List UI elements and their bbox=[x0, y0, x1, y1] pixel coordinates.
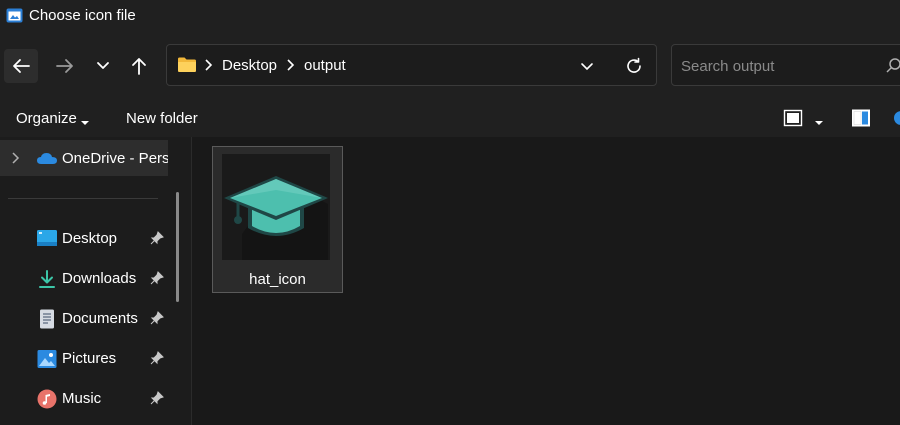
chevron-down-icon bbox=[97, 62, 109, 69]
pin-icon bbox=[150, 391, 164, 405]
sidebar-scrollbar[interactable] bbox=[176, 192, 179, 302]
graduation-cap-icon bbox=[224, 176, 328, 260]
organize-button[interactable]: Organize bbox=[16, 110, 77, 127]
preview-pane-icon bbox=[852, 109, 870, 127]
view-options-dropdown[interactable] bbox=[813, 114, 825, 132]
file-thumbnail bbox=[222, 154, 330, 260]
breadcrumb-desktop[interactable]: Desktop bbox=[222, 57, 277, 74]
download-icon bbox=[37, 269, 57, 289]
preview-pane-button[interactable] bbox=[851, 108, 871, 133]
breadcrumb-output[interactable]: output bbox=[304, 57, 346, 74]
folder-icon bbox=[177, 56, 197, 78]
cloud-icon bbox=[36, 150, 58, 171]
help-icon[interactable] bbox=[893, 110, 900, 131]
pin-icon bbox=[150, 351, 164, 365]
breadcrumb-separator-icon bbox=[203, 58, 213, 77]
pane-divider[interactable] bbox=[191, 137, 192, 425]
sidebar-item-label: Downloads bbox=[62, 270, 137, 287]
sidebar-item-label: Music bbox=[62, 390, 102, 407]
arrow-up-icon bbox=[132, 58, 146, 75]
arrow-right-icon bbox=[56, 59, 73, 73]
pictures-icon bbox=[37, 349, 57, 369]
music-icon bbox=[37, 389, 57, 409]
view-mode-icon bbox=[783, 109, 803, 127]
back-button[interactable] bbox=[4, 49, 38, 83]
search-icon[interactable] bbox=[886, 57, 900, 80]
pin-icon bbox=[150, 231, 164, 245]
window-title: Choose icon file bbox=[29, 7, 136, 24]
refresh-button[interactable] bbox=[624, 56, 644, 81]
caret-down-icon bbox=[815, 121, 823, 125]
sidebar-item-label: OneDrive - Perso bbox=[62, 150, 168, 167]
caret-down-icon bbox=[80, 114, 90, 132]
desktop-icon bbox=[37, 229, 57, 249]
document-icon bbox=[37, 309, 57, 329]
arrow-left-icon bbox=[13, 59, 30, 73]
chevron-down-icon bbox=[581, 63, 593, 71]
sidebar-item-label: Pictures bbox=[62, 350, 117, 367]
recent-locations-button[interactable] bbox=[87, 50, 119, 82]
sidebar-item-label: Desktop bbox=[62, 230, 118, 247]
up-button[interactable] bbox=[123, 50, 155, 82]
file-name-label: hat_icon bbox=[249, 271, 306, 288]
sidebar-item-label: Documents bbox=[62, 310, 138, 327]
refresh-icon bbox=[627, 57, 641, 73]
view-mode-button[interactable] bbox=[783, 108, 803, 133]
new-folder-button[interactable]: New folder bbox=[126, 110, 198, 127]
sidebar-divider bbox=[8, 198, 158, 199]
pin-icon bbox=[150, 311, 164, 325]
address-dropdown-button[interactable] bbox=[578, 57, 596, 80]
forward-button[interactable] bbox=[49, 50, 81, 82]
pin-icon bbox=[150, 271, 164, 285]
chevron-right-icon[interactable] bbox=[9, 151, 21, 170]
search-placeholder: Search output bbox=[681, 58, 775, 75]
app-icon bbox=[6, 7, 23, 24]
breadcrumb-separator-icon bbox=[285, 58, 295, 77]
